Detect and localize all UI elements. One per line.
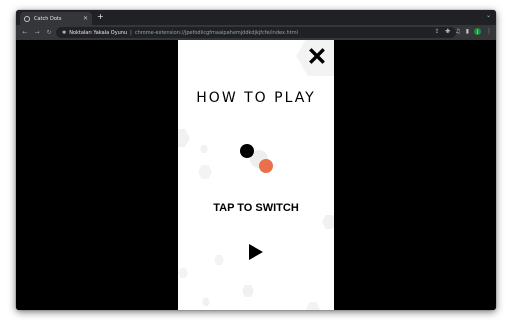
decor-hexagon-icon: [322, 215, 334, 229]
tab-catch-dots[interactable]: Catch Dots ✕: [20, 12, 92, 25]
decor-hexagon-icon: [306, 302, 320, 310]
close-icon[interactable]: [309, 48, 325, 64]
dot-black: [240, 144, 254, 158]
puzzle-icon[interactable]: ✚: [445, 28, 450, 35]
forward-icon[interactable]: →: [34, 29, 40, 36]
decor-hexagon-icon: [200, 145, 208, 153]
decor-hexagon-icon: [214, 255, 224, 265]
decor-hexagon-icon: [178, 129, 190, 147]
extension-icon: ✱: [62, 29, 67, 36]
new-tab-button[interactable]: +: [97, 13, 104, 21]
reload-icon[interactable]: ↻: [46, 29, 52, 36]
page-title: HOW TO PLAY: [196, 90, 316, 106]
tab-close-icon[interactable]: ✕: [83, 15, 88, 22]
game-panel[interactable]: HOW TO PLAY TAP TO SWITCH: [178, 40, 334, 310]
tab-title: Catch Dots: [34, 15, 62, 22]
media-icon[interactable]: ♫: [455, 28, 460, 35]
share-icon[interactable]: ⇪: [435, 29, 440, 35]
decor-hexagon-icon: [198, 165, 212, 179]
tab-strip: Catch Dots ✕ + ⌄: [16, 10, 496, 25]
toolbar-actions: ✚ ♫ ▮ J ⋮: [445, 28, 492, 35]
play-icon[interactable]: [248, 243, 264, 261]
address-bar[interactable]: ✱ Noktaları Yakala Oyunu | chrome-extens…: [56, 27, 456, 38]
browser-toolbar: ← → ↻ ✱ Noktaları Yakala Oyunu | chrome-…: [16, 25, 496, 40]
back-icon[interactable]: ←: [22, 29, 28, 36]
address-url: chrome-extension://jpefodiicgfmaaipahemj…: [134, 29, 298, 36]
favicon-icon: [24, 15, 30, 22]
tab-search-icon[interactable]: ⌄: [486, 13, 491, 19]
decor-hexagon-icon: [242, 285, 254, 297]
decor-hexagon-icon: [202, 298, 210, 306]
decor-hexagon-icon: [178, 268, 188, 278]
browser-window: Catch Dots ✕ + ⌄ ← → ↻ ✱ Noktaları Yakal…: [16, 10, 496, 310]
page-content: HOW TO PLAY TAP TO SWITCH: [16, 40, 496, 310]
address-separator: |: [130, 29, 132, 36]
sidebar-icon[interactable]: ▮: [466, 28, 469, 35]
extension-name: Noktaları Yakala Oyunu: [69, 29, 128, 36]
instruction-text: TAP TO SWITCH: [213, 202, 299, 214]
menu-icon[interactable]: ⋮: [486, 28, 492, 35]
profile-icon[interactable]: J: [474, 28, 481, 35]
dot-orange: [259, 159, 273, 173]
